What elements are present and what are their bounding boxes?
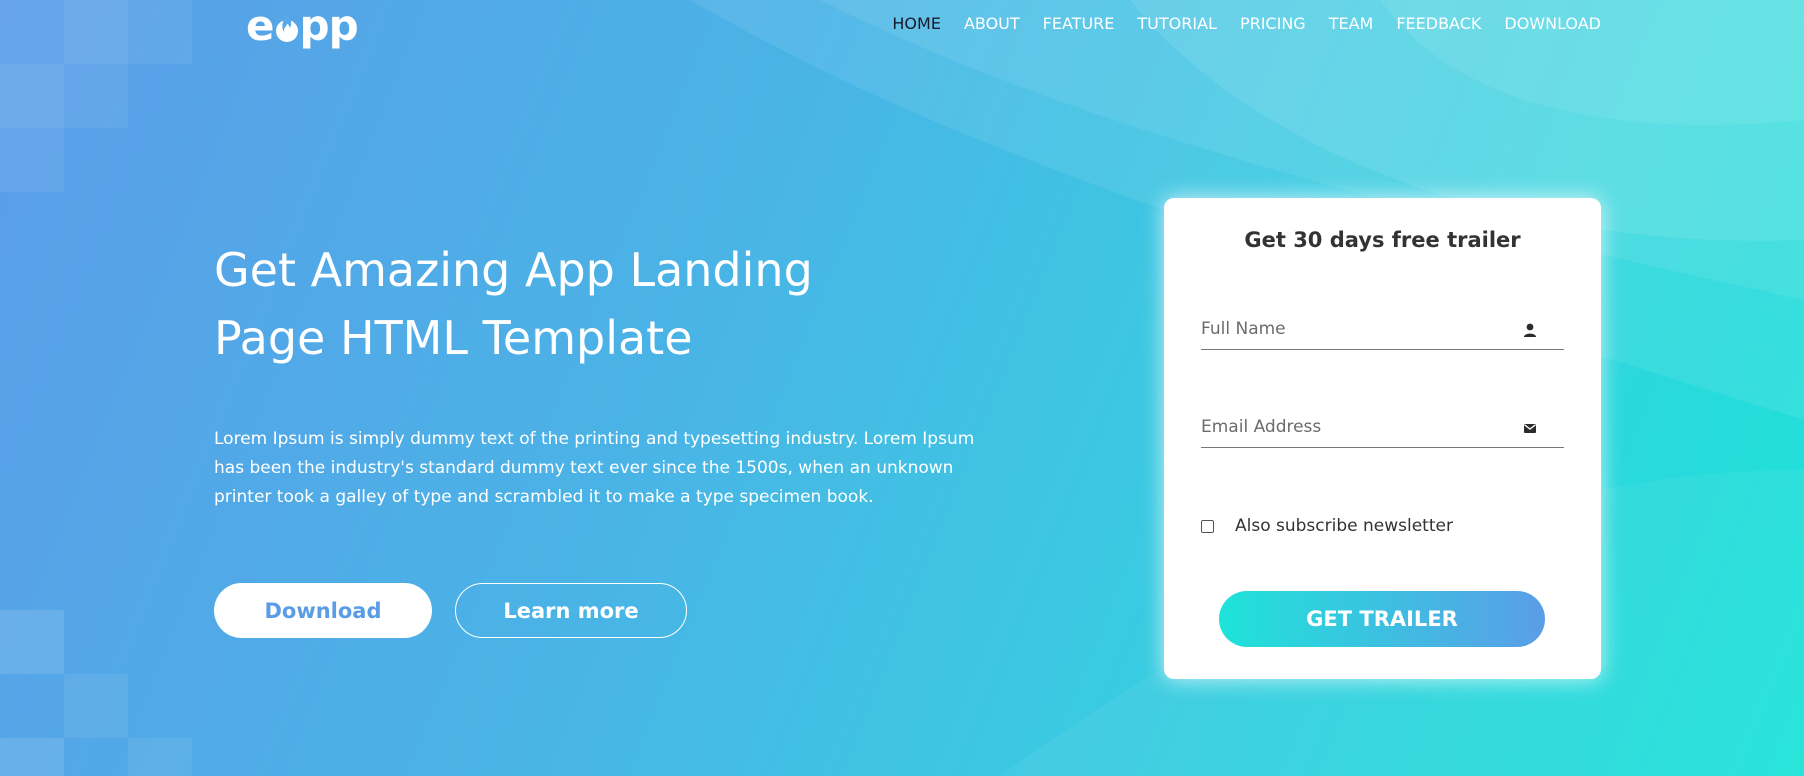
hero-description: Lorem Ipsum is simply dummy text of the … bbox=[214, 429, 975, 507]
newsletter-label[interactable]: Also subscribe newsletter bbox=[1235, 516, 1453, 536]
nav-item-home[interactable]: HOME bbox=[892, 14, 941, 33]
brand-logo[interactable]: e pp bbox=[246, 0, 359, 50]
nav-item-tutorial[interactable]: TUTORIAL bbox=[1137, 14, 1217, 33]
bg-tile bbox=[0, 0, 64, 64]
download-button[interactable]: Download bbox=[214, 583, 432, 638]
bg-tile bbox=[64, 64, 128, 128]
bg-tile bbox=[0, 610, 64, 674]
nav-item-about[interactable]: ABOUT bbox=[964, 14, 1020, 33]
envelope-icon bbox=[1524, 424, 1536, 433]
logo-text-right: pp bbox=[299, 0, 359, 50]
full-name-field bbox=[1201, 310, 1564, 350]
bg-tile bbox=[0, 738, 64, 776]
hero-title-line2: Page HTML Template bbox=[214, 311, 693, 365]
bg-tile bbox=[0, 64, 64, 128]
nav-item-pricing[interactable]: PRICING bbox=[1240, 14, 1306, 33]
bg-tile bbox=[64, 674, 128, 738]
card-title: Get 30 days free trailer bbox=[1244, 228, 1521, 252]
nav-item-feedback[interactable]: FEEDBACK bbox=[1396, 14, 1481, 33]
learn-more-button[interactable]: Learn more bbox=[455, 583, 687, 638]
trial-signup-card: Get 30 days free trailer Also subscribe … bbox=[1164, 198, 1601, 679]
nav-item-feature[interactable]: FEATURE bbox=[1043, 14, 1115, 33]
nav-item-download[interactable]: DOWNLOAD bbox=[1504, 14, 1601, 33]
bg-tile bbox=[64, 0, 128, 64]
main-nav: HOME ABOUT FEATURE TUTORIAL PRICING TEAM… bbox=[869, 14, 1601, 33]
full-name-input[interactable] bbox=[1201, 310, 1521, 348]
hero-title-line1: Get Amazing App Landing bbox=[214, 243, 813, 297]
bg-tile bbox=[128, 0, 192, 64]
nav-item-team[interactable]: TEAM bbox=[1329, 14, 1374, 33]
newsletter-checkbox[interactable] bbox=[1201, 519, 1214, 533]
hero-title: Get Amazing App Landing Page HTML Templa… bbox=[214, 236, 914, 372]
email-input[interactable] bbox=[1201, 408, 1521, 446]
user-icon bbox=[1524, 323, 1536, 337]
landing-page: e pp HOME ABOUT FEATURE TUTORIAL PRICING… bbox=[0, 0, 1804, 776]
bg-tile bbox=[128, 738, 192, 776]
get-trailer-button[interactable]: GET TRAILER bbox=[1219, 591, 1545, 647]
logo-text-left: e bbox=[246, 0, 274, 50]
bg-tile bbox=[0, 128, 64, 192]
email-field bbox=[1201, 408, 1564, 448]
flame-icon bbox=[275, 14, 298, 42]
newsletter-option: Also subscribe newsletter bbox=[1201, 516, 1453, 536]
